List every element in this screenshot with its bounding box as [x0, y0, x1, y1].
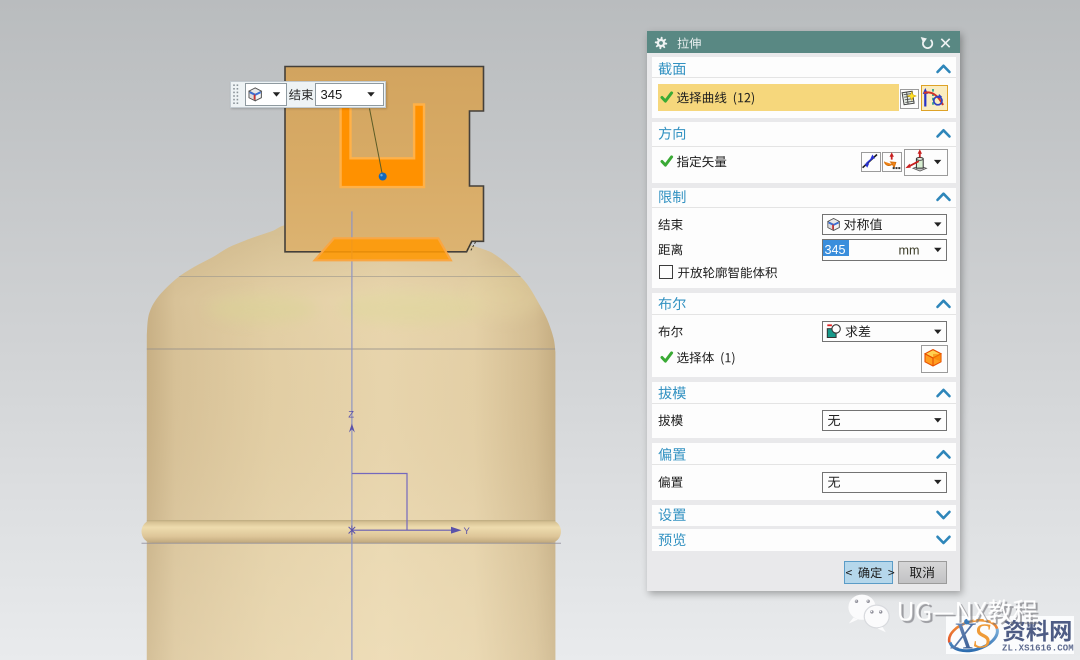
- svg-text:ZL.XS1616.COM: ZL.XS1616.COM: [1002, 644, 1074, 654]
- svg-text:345: 345: [825, 243, 846, 257]
- svg-text:345: 345: [321, 87, 343, 102]
- svg-text:mm: mm: [899, 243, 920, 257]
